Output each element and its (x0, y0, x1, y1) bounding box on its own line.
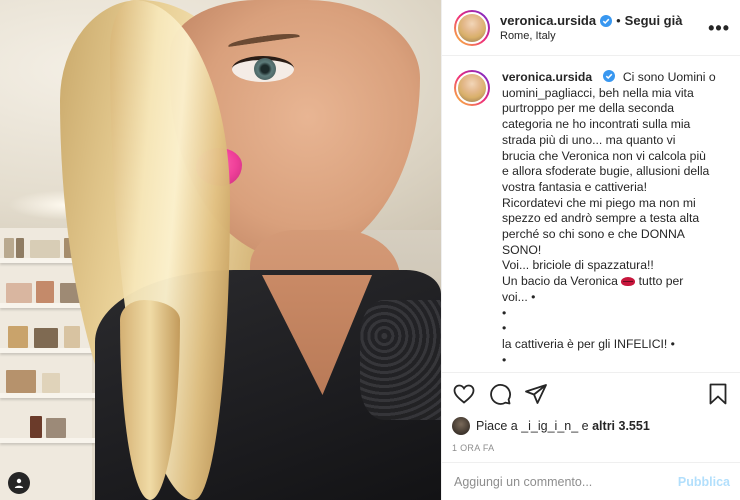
share-icon[interactable] (524, 382, 548, 406)
book (8, 326, 28, 348)
avatar-image (456, 72, 488, 104)
likes-prefix: Piace a (476, 419, 518, 433)
post-location[interactable]: Rome, Italy (500, 30, 708, 42)
caption-line: uomini_pagliacci, beh nella mia vita (502, 85, 694, 100)
kiss-lips-icon (621, 277, 636, 287)
caption-text: tutto per (638, 274, 684, 289)
caption-line: purtroppo per me della seconda (502, 101, 675, 116)
post-actions: Piace a _i_ig_i_n_ e altri 3.551 1 ORA F… (442, 372, 740, 500)
post-caption: veronica.ursida Ci sono Uomini o uomini_… (502, 70, 716, 368)
comment-input[interactable] (454, 474, 678, 489)
caption-line: e allora sfoderate bugie, allusioni dell… (502, 164, 710, 179)
caption-line: • (502, 321, 507, 336)
heart-glyph (453, 384, 475, 404)
caption-line: Voi... briciole di spazzatura!! (502, 258, 654, 273)
publish-button[interactable]: Pubblica (678, 475, 730, 489)
shelf (0, 438, 95, 443)
book (36, 281, 54, 303)
following-button[interactable]: Segui già (625, 13, 683, 28)
user-tag-glyph (14, 478, 24, 488)
post-side-panel: veronica.ursida • Segui già Rome, Italy … (441, 0, 740, 500)
caption-line: Un bacio da Veronica tutto per (502, 274, 716, 290)
caption-line: Ricordatevi che mi piego ma non mi (502, 195, 696, 210)
caption-text: Un bacio da Veronica (502, 274, 618, 289)
add-comment-bar: Pubblica (442, 462, 740, 500)
caption-line: strada più di uno... ma quanto vi (502, 132, 676, 147)
likes-others-link[interactable]: altri 3.551 (592, 419, 650, 433)
bookmark-glyph (709, 383, 727, 405)
book (42, 373, 60, 393)
caption-row: veronica.ursida Ci sono Uomini o uomini_… (454, 70, 728, 368)
caption-line: SONO! (502, 242, 542, 257)
likes-summary: Piace a _i_ig_i_n_ e altri 3.551 (452, 417, 730, 435)
author-avatar[interactable] (454, 9, 490, 46)
instagram-post: veronica.ursida • Segui già Rome, Italy … (0, 0, 740, 500)
post-photo[interactable] (0, 0, 441, 500)
book (30, 416, 42, 438)
share-glyph (525, 384, 547, 404)
photo-lace-sleeve (360, 300, 441, 420)
caption-line: categoria ne ho incontrati sulla mia (502, 117, 691, 132)
caption-username[interactable]: veronica.ursida (502, 70, 592, 84)
author-username[interactable]: veronica.ursida (500, 13, 596, 28)
likes-connector: e (581, 419, 589, 433)
book (4, 238, 14, 258)
shelf (0, 348, 95, 353)
caption-line: spezzo ed andrò sempre a testa alta (502, 211, 700, 226)
book (46, 418, 66, 438)
more-options-icon[interactable]: ••• (708, 19, 730, 37)
bookmark-icon[interactable] (706, 382, 730, 406)
post-header-text: veronica.ursida • Segui già Rome, Italy (500, 13, 708, 42)
book (34, 328, 58, 348)
caption-line: voi... • (502, 289, 536, 304)
verified-badge-icon (600, 14, 613, 27)
book (6, 283, 32, 303)
book (64, 326, 80, 348)
photo-iris (254, 58, 276, 80)
action-icons-row (452, 381, 730, 407)
heart-icon[interactable] (452, 382, 476, 406)
caption-line: perché so chi sono e che DONNA (502, 227, 685, 242)
comments-section: veronica.ursida Ci sono Uomini o uomini_… (442, 56, 740, 372)
caption-line: vostra fantasia e cattiveria! (502, 179, 647, 194)
post-header: veronica.ursida • Segui già Rome, Italy … (442, 0, 740, 56)
comment-icon[interactable] (488, 382, 512, 406)
caption-text: Ci sono Uomini o (622, 70, 716, 84)
book (16, 238, 24, 258)
shelf (0, 393, 95, 398)
caption-line: • (502, 305, 507, 320)
header-separator: • (616, 13, 621, 28)
verified-badge-icon (603, 70, 616, 82)
caption-line: brucia che Veronica non vi calcola più (502, 148, 706, 163)
liker-username[interactable]: _i_ig_i_n_ (521, 419, 578, 433)
book (6, 370, 36, 393)
user-tag-icon[interactable] (8, 472, 30, 494)
caption-line: • (502, 352, 507, 367)
caption-line: veronica.ursida Ci sono Uomini o (502, 70, 716, 86)
post-timestamp[interactable]: 1 ORA FA (452, 443, 730, 453)
caption-author-avatar[interactable] (454, 70, 490, 106)
post-header-line: veronica.ursida • Segui già (500, 13, 708, 28)
comment-glyph (490, 384, 511, 405)
liker-avatar[interactable] (452, 417, 470, 435)
avatar-image (456, 11, 488, 44)
caption-line: la cattiveria è per gli INFELICI! • (502, 336, 675, 351)
book (30, 240, 60, 258)
